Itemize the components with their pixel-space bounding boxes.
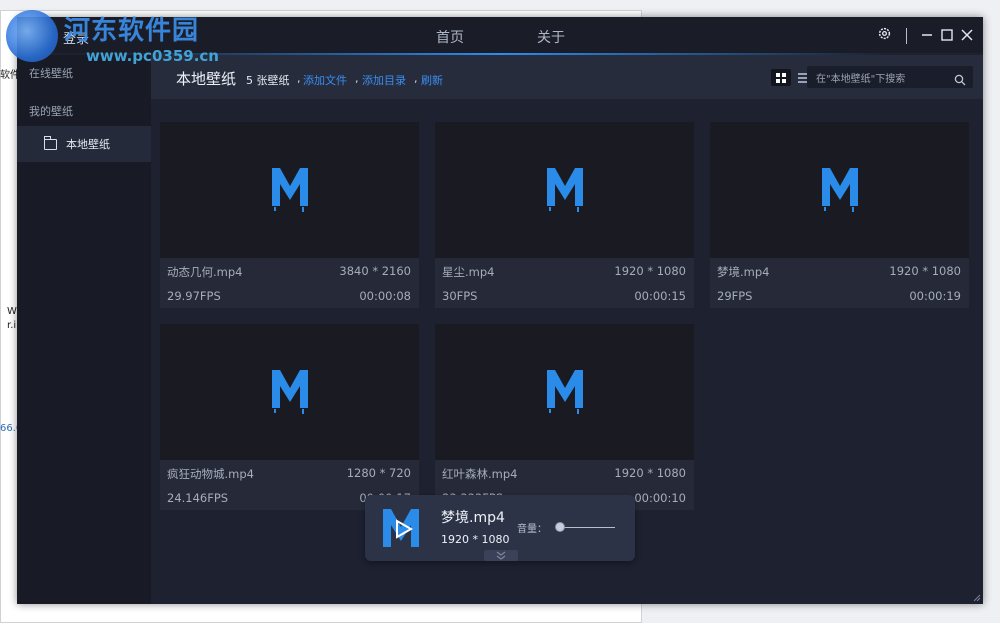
wallpaper-card[interactable]: 星尘.mp4 1920 * 1080 30FPS 00:00:15 (435, 122, 694, 308)
wallpaper-fps: 24.146FPS (167, 491, 229, 505)
player-resolution: 1920 * 1080 (441, 533, 510, 546)
wallpaper-fps: 29FPS (717, 289, 753, 303)
wallpaper-name: 疯狂动物城.mp4 (167, 467, 254, 481)
m-logo-icon (271, 168, 308, 212)
sidebar-item-label: 本地壁纸 (66, 138, 110, 151)
wallpaper-resolution: 1920 * 1080 (614, 264, 686, 278)
wallpaper-name: 梦境.mp4 (717, 265, 770, 279)
m-logo-icon (546, 168, 583, 212)
search-placeholder: 在"本地壁纸"下搜索 (816, 74, 906, 85)
volume-slider-knob[interactable] (555, 522, 565, 532)
sidebar: 在线壁纸 我的壁纸 本地壁纸 (17, 55, 151, 604)
bg-fragment: r.i (7, 320, 17, 331)
wallpaper-name: 动态几何.mp4 (167, 265, 243, 279)
refresh-link[interactable]: 刷新 (421, 72, 443, 88)
title-separator (906, 27, 907, 44)
wallpaper-card[interactable]: 红叶森林.mp41920 * 1080 33.333FPS00:00:10 (435, 324, 694, 510)
wallpaper-thumbnail[interactable] (160, 122, 419, 258)
mini-player: 梦境.mp4 1920 * 1080 音量： (365, 495, 635, 561)
volume-label: 音量： (517, 524, 547, 535)
collapse-player-button[interactable] (484, 550, 518, 561)
bg-fragment: W (7, 306, 17, 317)
wallpaper-thumbnail[interactable] (435, 122, 694, 258)
wallpaper-duration: 00:00:15 (634, 289, 686, 303)
sidebar-my-header: 我的壁纸 (29, 105, 73, 118)
separator-comma: , (355, 72, 359, 85)
player-logo (383, 509, 419, 547)
wallpaper-thumbnail[interactable] (710, 122, 969, 258)
wallpaper-duration: 00:00:08 (359, 289, 411, 303)
close-icon[interactable] (961, 27, 973, 45)
wallpaper-name: 红叶森林.mp4 (442, 467, 518, 481)
wallpaper-thumbnail[interactable] (435, 324, 694, 460)
play-icon[interactable] (381, 507, 425, 553)
separator-comma: , (297, 72, 301, 85)
app-window: 登录 首页 关于 在线壁纸 我的壁纸 本地壁纸 本地壁纸 5 张壁纸 , 添加文… (17, 17, 983, 604)
search-box[interactable]: 在"本地壁纸"下搜索 (807, 66, 973, 88)
add-directory-link[interactable]: 添加目录 (362, 72, 406, 88)
sidebar-item-local[interactable]: 本地壁纸 (17, 126, 151, 162)
volume-track[interactable] (561, 527, 615, 528)
folder-icon (44, 135, 57, 150)
wallpaper-name: 星尘.mp4 (442, 265, 495, 279)
wallpaper-card[interactable]: 梦境.mp4 1920 * 1080 29FPS 00:00:19 (710, 122, 969, 308)
maximize-icon[interactable] (941, 27, 953, 45)
toolbar: 本地壁纸 5 张壁纸 , 添加文件 , 添加目录 , 刷新 在"本地壁纸"下搜索 (151, 55, 983, 99)
player-title: 梦境.mp4 (441, 510, 505, 526)
wallpaper-thumbnail[interactable] (160, 324, 419, 460)
grid-view-icon[interactable] (771, 69, 791, 86)
m-logo-icon (821, 168, 858, 212)
wallpaper-card[interactable]: 疯狂动物城.mp41280 * 720 24.146FPS00:00:17 (160, 324, 419, 510)
wallpaper-resolution: 1920 * 1080 (889, 264, 961, 278)
resize-grip-icon[interactable] (973, 594, 981, 602)
wallpaper-fps: 29.97FPS (167, 289, 221, 303)
page-title: 本地壁纸 (176, 70, 237, 88)
add-file-link[interactable]: 添加文件 (303, 72, 347, 88)
watermark-url: www.pc0359.cn (86, 47, 219, 65)
wallpaper-resolution: 1920 * 1080 (614, 466, 686, 480)
main-panel: 本地壁纸 5 张壁纸 , 添加文件 , 添加目录 , 刷新 在"本地壁纸"下搜索 (151, 55, 983, 604)
wallpaper-duration: 00:00:19 (909, 289, 961, 303)
nav-home[interactable]: 首页 (436, 27, 464, 47)
settings-icon[interactable] (877, 26, 892, 45)
separator-comma: , (414, 72, 418, 85)
watermark-text: 河东软件园 (64, 16, 200, 46)
wallpaper-fps: 30FPS (442, 289, 478, 303)
m-logo-icon (271, 370, 308, 414)
sidebar-online-header[interactable]: 在线壁纸 (29, 65, 73, 81)
search-icon[interactable] (954, 71, 966, 90)
wallpaper-count: 5 张壁纸 (246, 74, 290, 87)
nav-about[interactable]: 关于 (537, 27, 565, 47)
wallpaper-resolution: 3840 * 2160 (339, 264, 411, 278)
minimize-icon[interactable] (921, 27, 933, 45)
wallpaper-card[interactable]: 动态几何.mp4 3840 * 2160 29.97FPS 00:00:08 (160, 122, 419, 308)
m-logo-icon (546, 370, 583, 414)
wallpaper-duration: 00:00:10 (634, 491, 686, 505)
wallpaper-resolution: 1280 * 720 (346, 466, 411, 480)
watermark-logo (6, 10, 58, 62)
